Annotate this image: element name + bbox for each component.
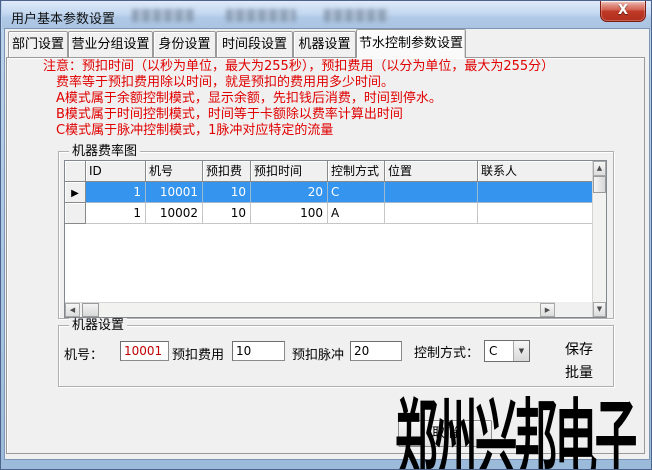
save-button[interactable]: 保存 xyxy=(565,339,593,359)
control-mode-label: 控制方式： xyxy=(414,342,479,361)
cell-prededuct-fee[interactable]: 10 xyxy=(203,203,251,224)
horizontal-scrollbar-thumb[interactable] xyxy=(82,303,99,317)
dialog-window: 用户基本参数设置 X 部门设置 营业分组设置 身份设置 时间段设置 机器设置 节… xyxy=(0,0,652,470)
prededuct-pulse-input[interactable] xyxy=(350,341,402,361)
close-icon: X xyxy=(601,1,645,21)
redacted-title-text xyxy=(324,9,388,22)
cell-id[interactable]: 1 xyxy=(86,203,146,224)
machine-settings-group: 机器设置 机号： 预扣费用 预扣脉冲 控制方式： C ▼ 保存 批量 xyxy=(58,325,614,387)
prededuct-fee-input[interactable] xyxy=(232,341,285,361)
cell-control-mode[interactable]: A xyxy=(328,203,385,224)
col-header-contact[interactable]: 联系人 xyxy=(478,161,592,182)
tab-time-period-settings[interactable]: 时间段设置 xyxy=(216,31,293,57)
scroll-down-icon[interactable]: ▼ xyxy=(593,302,606,317)
col-header-prededuct-fee[interactable]: 预扣费用 xyxy=(203,161,251,182)
machine-settings-group-title: 机器设置 xyxy=(69,318,127,333)
col-header-id[interactable]: ID xyxy=(86,161,146,182)
tab-department-settings[interactable]: 部门设置 xyxy=(8,31,68,57)
cell-control-mode[interactable]: C xyxy=(328,182,385,203)
control-mode-dropdown[interactable]: C ▼ xyxy=(484,340,530,362)
window-title: 用户基本参数设置 xyxy=(11,8,115,27)
control-mode-value: C xyxy=(485,341,513,361)
machine-no-input[interactable] xyxy=(120,341,169,361)
notice-line: A模式属于余额控制模式，显示余额，先扣钱后消费，时间到停水。 xyxy=(56,91,554,107)
close-button[interactable]: X xyxy=(600,1,646,22)
notice-line: 费率等于预扣费用除以时间，就是预扣的费用用多少时间。 xyxy=(56,75,554,91)
cell-location[interactable] xyxy=(385,182,478,203)
cell-contact[interactable] xyxy=(478,182,592,203)
machine-rate-group: 机器费率图 ID 机号 预扣费用 预扣时间 控制方式 位置 联系人 xyxy=(58,151,614,319)
scroll-left-icon[interactable]: ◀ xyxy=(65,303,80,317)
cell-machine-no[interactable]: 10001 xyxy=(146,182,203,203)
horizontal-scrollbar[interactable]: ◀ ▶ xyxy=(65,302,555,317)
current-row-pointer-icon: ▶ xyxy=(71,188,79,199)
notice-line: C模式属于脉冲控制模式，1脉冲对应特定的流量 xyxy=(56,123,554,139)
cell-prededuct-time[interactable]: 20 xyxy=(251,182,328,203)
machine-rate-grid[interactable]: ID 机号 预扣费用 预扣时间 控制方式 位置 联系人 ▶ 1 10001 10 xyxy=(64,160,607,318)
col-header-location[interactable]: 位置 xyxy=(385,161,478,182)
dropdown-arrow-icon[interactable]: ▼ xyxy=(513,341,529,361)
notice-line: B模式属于时间控制模式，时间等于卡额除以费率计算出时间 xyxy=(56,107,554,123)
cell-contact[interactable] xyxy=(478,203,592,224)
cell-machine-no[interactable]: 10002 xyxy=(146,203,203,224)
tab-business-group-settings[interactable]: 营业分组设置 xyxy=(68,31,153,57)
titlebar[interactable]: 用户基本参数设置 xyxy=(2,1,652,29)
redacted-title-text xyxy=(132,9,194,22)
scroll-right-icon[interactable]: ▶ xyxy=(540,303,555,317)
grid-header-row: ID 机号 预扣费用 预扣时间 控制方式 位置 联系人 xyxy=(65,161,592,182)
vertical-scrollbar-thumb[interactable] xyxy=(593,176,606,193)
vertical-scrollbar[interactable]: ▲ ▼ xyxy=(592,161,606,317)
col-header-prededuct-time[interactable]: 预扣时间 xyxy=(251,161,328,182)
row-selector-cell[interactable]: ▶ xyxy=(65,182,86,203)
col-header-machine-no[interactable]: 机号 xyxy=(146,161,203,182)
scroll-up-icon[interactable]: ▲ xyxy=(593,161,606,176)
row-selector-cell[interactable] xyxy=(65,203,86,224)
prededuct-fee-label: 预扣费用 xyxy=(172,344,224,363)
grid-empty-area xyxy=(65,224,592,302)
tab-machine-settings[interactable]: 机器设置 xyxy=(293,31,356,57)
table-row[interactable]: ▶ 1 10001 10 20 C xyxy=(65,182,592,203)
cell-id[interactable]: 1 xyxy=(86,182,146,203)
tab-water-saving-control-settings[interactable]: 节水控制参数设置 xyxy=(356,29,466,58)
notice-line: 注意：预扣时间（以秒为单位，最大为255秒），预扣费用（以分为单位，最大为255… xyxy=(43,59,554,75)
machine-rate-group-title: 机器费率图 xyxy=(69,144,140,159)
dialog-client-area: 部门设置 营业分组设置 身份设置 时间段设置 机器设置 节水控制参数设置 注意：… xyxy=(5,29,649,459)
col-header-control-mode[interactable]: 控制方式 xyxy=(328,161,385,182)
tab-identity-settings[interactable]: 身份设置 xyxy=(153,31,216,57)
batch-button[interactable]: 批量 xyxy=(565,362,593,382)
cell-location[interactable] xyxy=(385,203,478,224)
machine-no-label: 机号： xyxy=(64,344,103,363)
prededuct-pulse-label: 预扣脉冲 xyxy=(292,344,344,363)
table-row[interactable]: 1 10002 10 100 A xyxy=(65,203,592,224)
cell-prededuct-time[interactable]: 100 xyxy=(251,203,328,224)
redacted-title-text xyxy=(226,9,296,22)
vertical-scrollbar-track[interactable] xyxy=(593,193,606,302)
horizontal-scrollbar-track[interactable] xyxy=(99,303,540,317)
notice-text: 注意：预扣时间（以秒为单位，最大为255秒），预扣费用（以分为单位，最大为255… xyxy=(43,59,554,139)
cancel-button[interactable]: 取消 xyxy=(398,420,492,447)
cell-prededuct-fee[interactable]: 10 xyxy=(203,182,251,203)
grid-selector-header xyxy=(65,161,86,182)
